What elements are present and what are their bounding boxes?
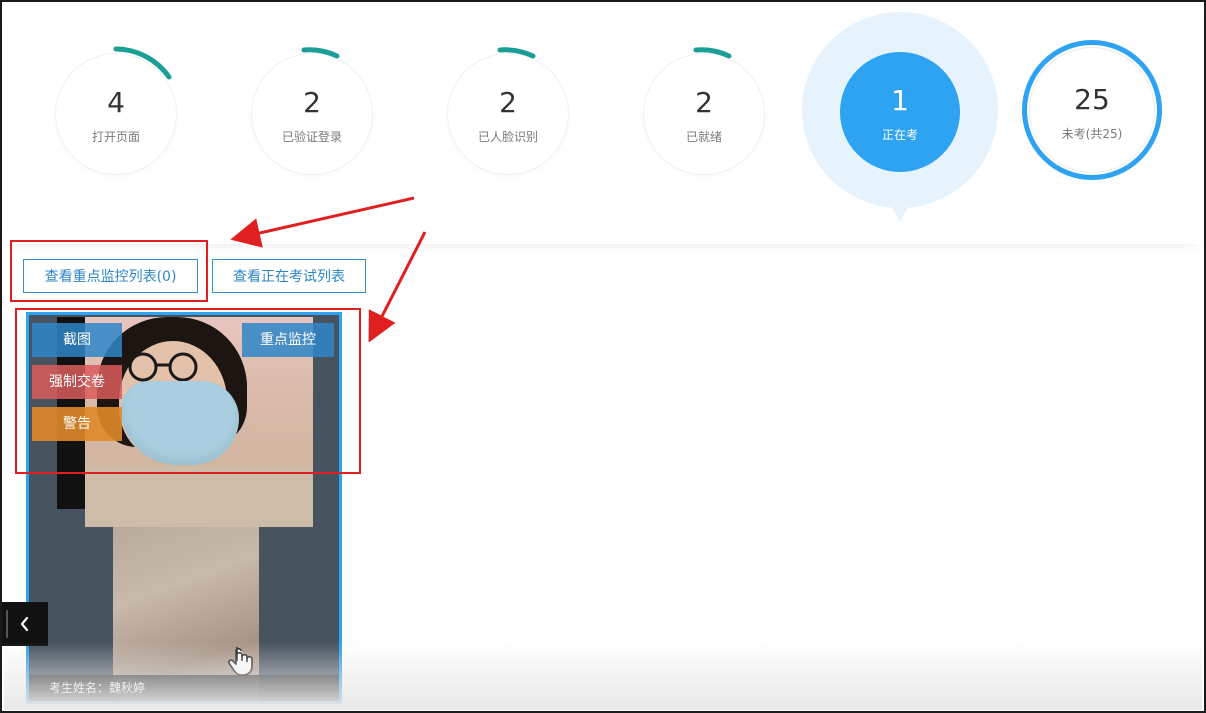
status-summary-bar: 4 打开页面 2 已验证登录 2 已人脸识别 2 已就绪 1 正在考 25 未考…	[4, 4, 1202, 244]
student-video-card[interactable]: 截图 重点监控 强制交卷 警告 考生姓名：魏秋婷	[26, 312, 342, 704]
stat-label: 打开页面	[91, 130, 140, 144]
stat-opened-page[interactable]: 4 打开页面	[56, 46, 176, 174]
stat-not-started[interactable]: 25 未考(共25)	[1022, 40, 1162, 180]
annotation-arrows-icon	[230, 196, 427, 342]
student-name-bar: 考生姓名：魏秋婷	[29, 675, 339, 701]
exam-monitor-window: 4 打开页面 2 已验证登录 2 已人脸识别 2 已就绪 1 正在考 25 未考…	[0, 0, 1206, 713]
stat-count: 2	[499, 86, 517, 119]
active-stat-pointer	[888, 200, 912, 222]
chevron-left-icon	[20, 616, 29, 632]
stat-label: 已人脸识别	[477, 130, 538, 144]
stat-in-exam[interactable]: 1 正在考	[840, 52, 960, 172]
stat-face-recognized[interactable]: 2 已人脸识别	[448, 47, 568, 174]
stat-ready[interactable]: 2 已就绪	[644, 47, 764, 174]
stat-label: 未考(共25)	[1061, 127, 1123, 141]
force-submit-button[interactable]: 强制交卷	[32, 365, 122, 399]
stat-count: 25	[1074, 83, 1110, 116]
stat-label: 已就绪	[685, 130, 722, 144]
warning-button[interactable]: 警告	[32, 407, 122, 441]
stat-count: 2	[695, 86, 713, 119]
stat-count: 4	[107, 86, 125, 119]
stat-label: 已验证登录	[281, 130, 342, 144]
collapse-sidebar-button[interactable]	[2, 602, 48, 646]
student-name-value: 魏秋婷	[109, 681, 146, 695]
key-monitor-list-button[interactable]: 查看重点监控列表(0)	[23, 259, 198, 293]
student-name-label: 考生姓名：	[49, 681, 110, 695]
stat-label: 正在考	[881, 128, 918, 142]
stat-count: 2	[303, 86, 321, 119]
glasses-icon	[128, 352, 198, 382]
hand-pointer-icon	[228, 647, 253, 676]
screenshot-button[interactable]: 截图	[32, 323, 122, 357]
stat-verified-login[interactable]: 2 已验证登录	[252, 47, 372, 174]
stat-count: 1	[891, 84, 909, 117]
